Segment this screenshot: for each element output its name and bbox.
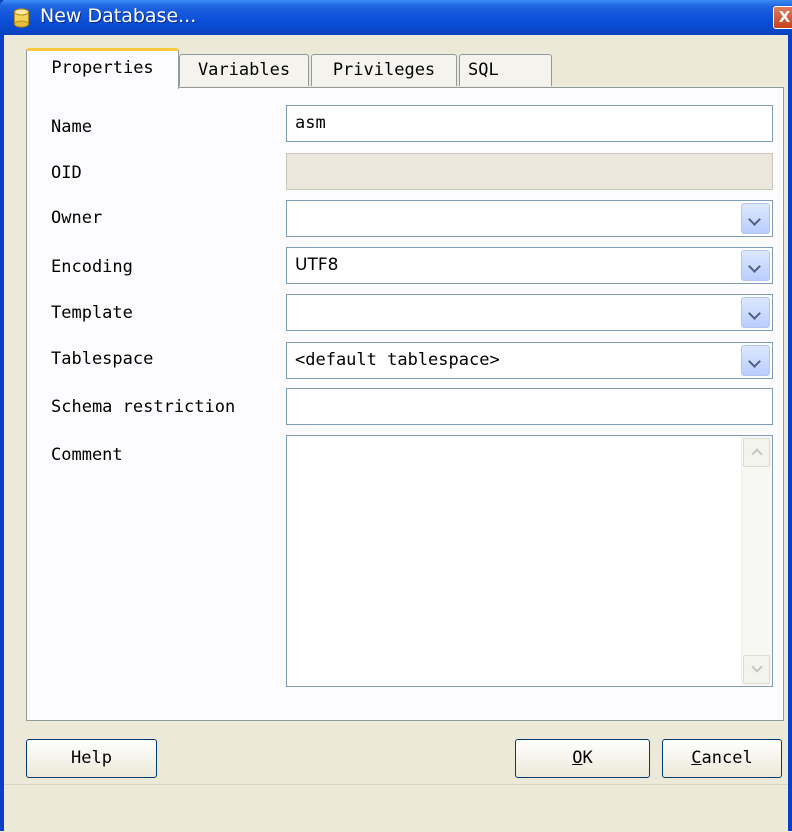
- oid-label: OID: [51, 163, 82, 183]
- scroll-up-icon[interactable]: [743, 438, 770, 467]
- schema-restriction-field[interactable]: [286, 388, 773, 425]
- tab-privileges[interactable]: Privileges: [311, 54, 457, 86]
- encoding-value: UTF8: [295, 255, 339, 275]
- encoding-label: Encoding: [51, 257, 133, 277]
- close-button[interactable]: X: [773, 6, 792, 29]
- schema-restriction-label: Schema restriction: [51, 397, 236, 417]
- cancel-label: ancel: [701, 748, 753, 768]
- template-label: Template: [51, 303, 133, 323]
- tablespace-dropdown[interactable]: <default tablespace>: [286, 342, 773, 379]
- comment-label: Comment: [51, 445, 123, 465]
- name-field[interactable]: asm: [286, 105, 773, 142]
- tablespace-label: Tablespace: [51, 349, 154, 369]
- cancel-button[interactable]: Cancel: [662, 739, 782, 778]
- ok-label: K: [582, 748, 593, 768]
- ok-button[interactable]: OK: [515, 739, 650, 778]
- status-bar: [4, 784, 788, 832]
- chevron-down-icon[interactable]: [741, 203, 770, 234]
- tab-variables[interactable]: Variables: [179, 54, 309, 86]
- chevron-down-icon[interactable]: [741, 250, 770, 281]
- chevron-down-icon[interactable]: [741, 345, 770, 376]
- help-button[interactable]: Help: [26, 739, 157, 778]
- tab-sql[interactable]: SQL: [459, 54, 552, 86]
- chevron-down-icon[interactable]: [741, 297, 770, 328]
- database-icon: [14, 8, 29, 28]
- close-icon: X: [778, 8, 791, 26]
- oid-field: [286, 153, 773, 190]
- window-title: New Database...: [40, 5, 197, 27]
- dialog-window: New Database... X Properties Variables P…: [0, 0, 792, 832]
- owner-dropdown[interactable]: [286, 200, 773, 237]
- title-bar[interactable]: New Database... X: [0, 0, 792, 35]
- comment-scrollbar[interactable]: [741, 436, 772, 686]
- properties-panel: Name asm OID Owner Encoding UTF8 Templat…: [26, 87, 784, 721]
- scroll-down-icon[interactable]: [743, 655, 770, 684]
- comment-textarea[interactable]: [286, 435, 773, 687]
- tablespace-value: <default tablespace>: [295, 350, 500, 370]
- name-value: asm: [295, 113, 326, 133]
- encoding-dropdown[interactable]: UTF8: [286, 247, 773, 284]
- owner-label: Owner: [51, 208, 103, 228]
- tab-properties[interactable]: Properties: [26, 48, 179, 89]
- cancel-mnemonic: C: [691, 748, 702, 768]
- name-label: Name: [51, 117, 92, 137]
- template-dropdown[interactable]: [286, 294, 773, 331]
- ok-mnemonic: O: [572, 748, 583, 768]
